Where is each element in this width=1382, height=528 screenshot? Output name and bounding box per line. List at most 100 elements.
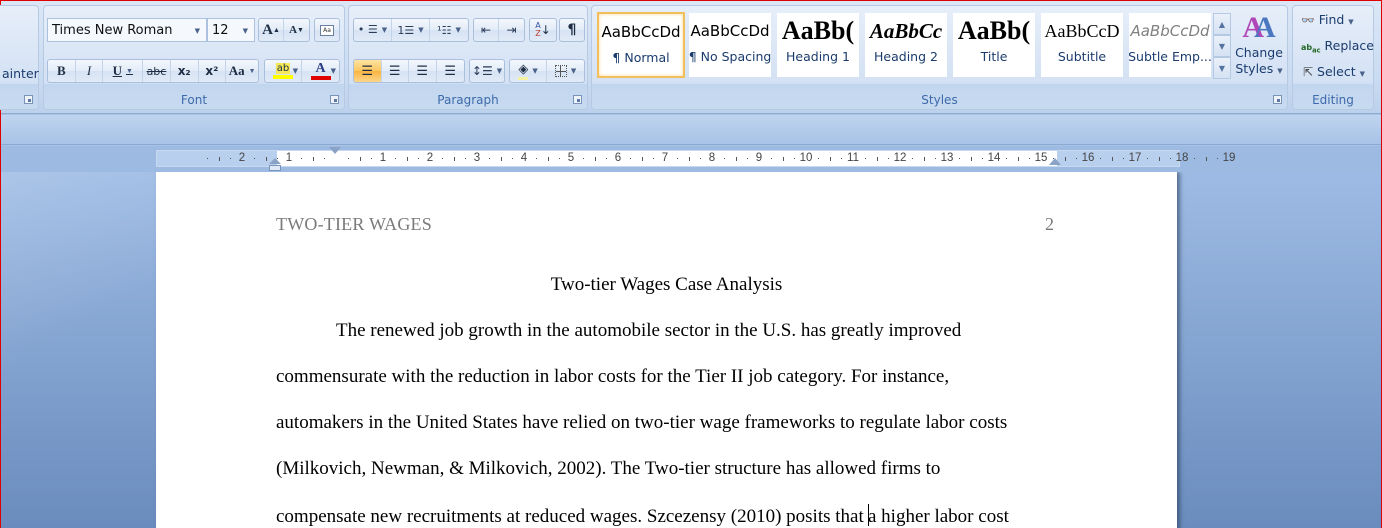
decrease-indent-button[interactable]: ⇤ (474, 19, 500, 41)
format-painter-button[interactable]: ainter (2, 66, 39, 81)
horizontal-ruler[interactable]: 2 1 1 2 3 4 5 6 7 8 9 10 11 12 13 14 15 16 17 18 19 (156, 150, 1235, 167)
align-center-button[interactable]: ☰ (382, 60, 409, 82)
editing-group: 👓 Find ▼ abac Replace ⇱ Select ▼ Editing (1292, 5, 1374, 110)
style-subtitle[interactable]: AaBbCcD Subtitle (1041, 13, 1123, 77)
bold-button[interactable]: B (48, 60, 76, 82)
line-spacing-strip: ↕☰ ▼ (469, 59, 505, 83)
grow-font-button[interactable]: A ▲ (259, 19, 285, 41)
right-indent-marker[interactable] (1049, 158, 1061, 165)
ruler-label: 7 (661, 152, 669, 164)
ruler-quarter-dot (535, 158, 537, 159)
find-button[interactable]: 👓 Find ▼ (1301, 12, 1354, 27)
ruler-quarter-dot (864, 158, 866, 159)
subscript-button[interactable]: x₂ (171, 60, 199, 82)
document-page[interactable]: TWO-TIER WAGES 2 Two-tier Wages Case Ana… (156, 172, 1177, 528)
chevron-down-icon[interactable]: ▼ (331, 67, 336, 75)
increase-indent-button[interactable]: ⇥ (499, 19, 524, 41)
italic-button[interactable]: I (76, 60, 104, 82)
ruler-quarter-dot (935, 158, 937, 159)
ruler-half-tick (265, 157, 267, 161)
clear-formatting-button[interactable]: Aa (315, 19, 339, 41)
chevron-down-icon[interactable]: ▼ (418, 26, 423, 34)
font-color-button[interactable]: A ▼ (302, 60, 339, 82)
clipboard-group: ainter (0, 5, 39, 110)
align-left-button[interactable]: ☰ (354, 60, 382, 82)
underline-button[interactable]: U ▼ (103, 60, 144, 82)
ruler-quarter-dot (324, 158, 326, 159)
font-dialog-launcher-icon[interactable] (330, 95, 339, 104)
ruler-quarter-dot (982, 158, 984, 159)
styles-dialog-launcher-icon[interactable] (1273, 95, 1282, 104)
binoculars-icon: 👓 (1301, 14, 1315, 27)
bullets-button[interactable]: • ☰ ▼ (354, 19, 392, 41)
style-title[interactable]: AaBb( Title (953, 13, 1035, 77)
change-styles-button[interactable]: AA Change Styles ▼ (1233, 11, 1285, 91)
highlight-color-button[interactable]: ab ▼ (265, 60, 303, 82)
shading-border-strip: ◈ ▼ ▼ (509, 59, 585, 83)
align-right-button[interactable]: ☰ (409, 60, 437, 82)
font-group: Times New Roman ▼ 12 ▼ A ▲ A ▼ Aa B I U ▼ a… (43, 5, 345, 110)
chevron-down-icon[interactable]: ▼ (249, 67, 256, 75)
gallery-more-icon[interactable]: ▼ (1213, 57, 1231, 79)
paragraph-dialog-launcher-icon[interactable] (573, 95, 582, 104)
justify-icon: ☰ (444, 63, 457, 79)
ruler-half-tick (1205, 157, 1207, 161)
multilevel-list-button[interactable]: ¹☷ ▼ (430, 19, 468, 41)
ruler-half-tick (218, 157, 220, 161)
styles-gallery-scroll: ▲ ▼ ▼ (1213, 13, 1231, 79)
shrink-font-button[interactable]: A ▼ (284, 19, 309, 41)
style-heading-1[interactable]: AaBb( Heading 1 (777, 13, 859, 77)
chevron-down-icon[interactable]: ▼ (195, 27, 200, 35)
ruler-quarter-dot (512, 158, 514, 159)
change-case-button[interactable]: Aa ▼ (226, 60, 258, 82)
strikethrough-button[interactable]: abc (143, 60, 171, 82)
chevron-down-icon[interactable]: ▼ (243, 27, 248, 35)
first-line-indent-marker[interactable] (329, 147, 341, 154)
justify-button[interactable]: ☰ (437, 60, 464, 82)
font-size-combo[interactable]: 12 ▼ (207, 18, 255, 42)
show-hide-marks-button[interactable]: ¶ (560, 19, 584, 41)
style-normal[interactable]: AaBbCcDd ¶ Normal (597, 12, 685, 78)
ruler-half-tick (500, 157, 502, 161)
chevron-down-icon[interactable]: ▼ (571, 67, 576, 75)
chevron-down-icon[interactable]: ▼ (382, 26, 387, 34)
list-strip: • ☰ ▼ 1☰ ▼ ¹☷ ▼ (353, 18, 469, 42)
gallery-scroll-down-icon[interactable]: ▼ (1213, 35, 1231, 57)
chevron-down-icon[interactable]: ▼ (455, 26, 460, 34)
ruler-quarter-dot (1146, 158, 1148, 159)
line-spacing-button[interactable]: ↕☰ ▼ (470, 60, 504, 82)
superscript-button[interactable]: x² (199, 60, 227, 82)
ruler-label: 11 (847, 152, 859, 164)
color-strip: ab ▼ A ▼ (264, 59, 340, 83)
font-color-swatch (310, 76, 331, 80)
change-styles-aa-icon: AA (1242, 11, 1276, 44)
chevron-down-icon[interactable]: ▼ (126, 67, 133, 75)
chevron-down-icon[interactable]: ▼ (532, 67, 537, 75)
chevron-down-icon[interactable]: ▼ (293, 67, 298, 75)
body-line: automakers in the United States have rel… (276, 412, 1008, 433)
font-group-label: Font (180, 93, 208, 107)
chevron-down-icon[interactable]: ▼ (497, 67, 502, 75)
replace-button[interactable]: abac Replace (1301, 38, 1374, 55)
gallery-scroll-up-icon[interactable]: ▲ (1213, 13, 1231, 35)
ruler-label: 2 (426, 152, 434, 164)
numbering-button[interactable]: 1☰ ▼ (392, 19, 430, 41)
left-indent-marker[interactable] (269, 158, 281, 171)
select-button[interactable]: ⇱ Select ▼ (1303, 64, 1365, 79)
ruler-half-tick (1017, 157, 1019, 161)
ruler-label: 4 (520, 152, 528, 164)
font-name-combo[interactable]: Times New Roman ▼ (47, 18, 207, 42)
sort-button[interactable]: A Z ↓ (530, 19, 556, 41)
style-no-spacing[interactable]: AaBbCcDd ¶ No Spacing (689, 13, 771, 77)
ruler-quarter-dot (1029, 158, 1031, 159)
shading-button[interactable]: ◈ ▼ (510, 60, 548, 82)
style-subtle-emphasis[interactable]: AaBbCcDd Subtle Emp... (1129, 13, 1211, 77)
ruler-quarter-dot (347, 158, 349, 159)
ruler-half-tick (594, 157, 596, 161)
ruler-label: 1 (379, 152, 387, 164)
clipboard-dialog-launcher-icon[interactable] (24, 95, 33, 104)
borders-button[interactable]: ▼ (547, 60, 584, 82)
ruler-label: 5 (567, 152, 575, 164)
ruler-quarter-dot (1005, 158, 1007, 159)
style-heading-2[interactable]: AaBbCc Heading 2 (865, 13, 947, 77)
